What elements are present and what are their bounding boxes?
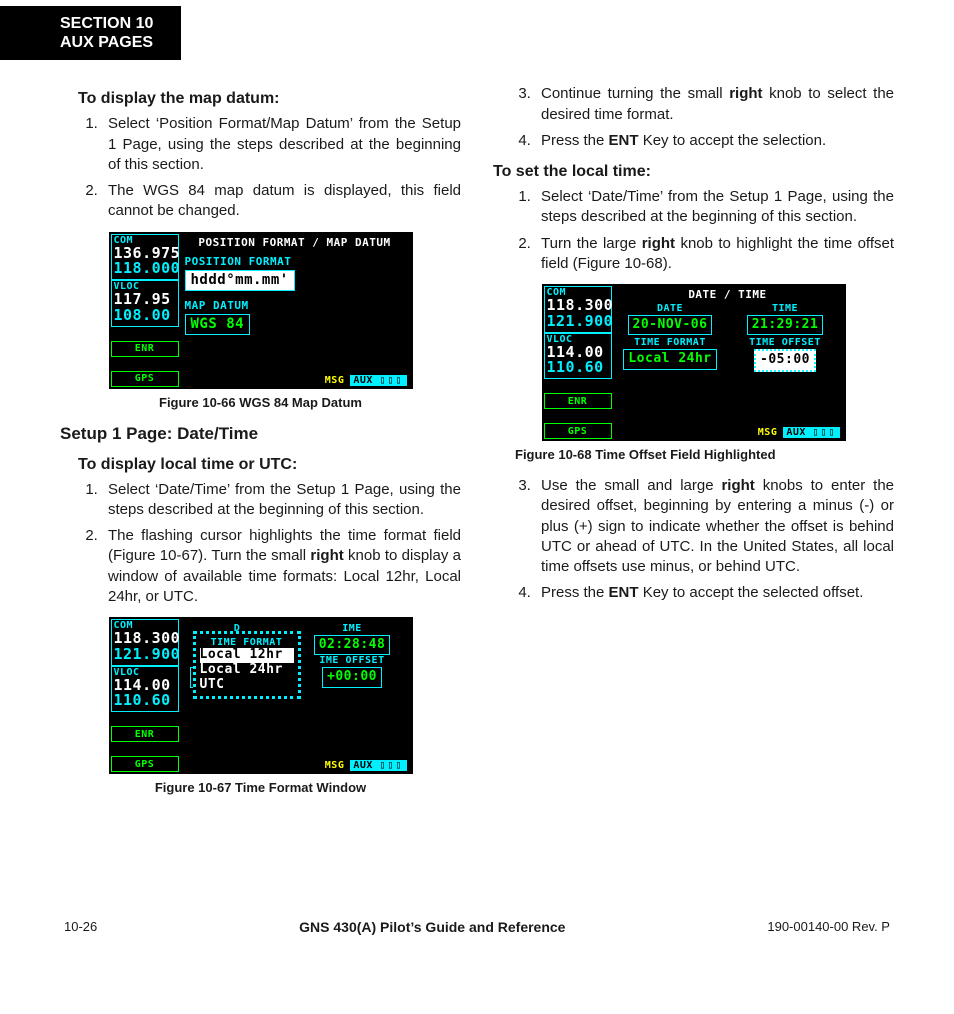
step: Press the ENT Key to accept the selectio… (535, 131, 894, 151)
step: Press the ENT Key to accept the selected… (535, 583, 894, 603)
section-line-1: SECTION 10 (60, 15, 153, 32)
time-format-popup: TIME FORMAT Local 12hr Local 24hr UTC (193, 631, 301, 699)
msg-annunciator: MSG (325, 375, 345, 386)
figure-10-67-screen: COM 118.300 121.900 VLOC 114.00 110.60 E… (109, 617, 413, 774)
time-value: 21:29:21 (747, 315, 824, 335)
section-header: SECTION 10 AUX PAGES (0, 6, 181, 60)
figure-10-68-screen: COM 118.300 121.900 VLOC 114.00 110.60 E… (542, 284, 846, 441)
md-value: WGS 84 (185, 314, 251, 335)
com-standby: 121.900 (547, 314, 609, 330)
status-gps: GPS (544, 423, 612, 439)
vloc-standby: 110.60 (114, 693, 176, 709)
step: Select ‘Date/Time’ from the Setup 1 Page… (535, 187, 894, 228)
steps-display-time: Select ‘Date/Time’ from the Setup 1 Page… (60, 480, 461, 608)
time-offset-value: +00:00 (322, 667, 382, 687)
time-value: 02:28:48 (314, 635, 391, 655)
figure-10-66-screen: COM 136.975 118.000 VLOC 117.95 108.00 E… (109, 232, 413, 389)
heading-display-local-time: To display local time or UTC: (78, 456, 461, 474)
status-enr: ENR (111, 341, 179, 357)
doc-revision: 190-00140-00 Rev. P (767, 919, 890, 935)
msg-annunciator: MSG (325, 760, 345, 771)
status-gps: GPS (111, 371, 179, 387)
heading-setup1-datetime: Setup 1 Page: Date/Time (60, 424, 461, 444)
vloc-standby: 108.00 (114, 308, 176, 324)
offset-label-partial: IME OFFSET (298, 655, 407, 666)
time-label-partial: IME (298, 623, 407, 634)
popup-option: Local 12hr (200, 648, 294, 663)
time-offset-value-highlighted: -05:00 (754, 349, 816, 371)
page-number: 10-26 (64, 919, 97, 935)
com-standby: 118.000 (114, 261, 176, 277)
aux-annunciator: AUX ▯▯▯ (783, 427, 839, 438)
com-standby: 121.900 (114, 647, 176, 663)
gns-page-title: DATE / TIME (612, 286, 844, 303)
doc-title: GNS 430(A) Pilot’s Guide and Reference (299, 919, 565, 935)
time-offset-label: TIME OFFSET (731, 337, 840, 348)
step: Turn the large right knob to highlight t… (535, 234, 894, 275)
step: Select ‘Date/Time’ from the Setup 1 Page… (102, 480, 461, 521)
right-column: Continue turning the small right knob to… (493, 78, 894, 809)
aux-annunciator: AUX ▯▯▯ (350, 760, 406, 771)
heading-display-map-datum: To display the map datum: (78, 90, 461, 108)
section-line-2: AUX PAGES (60, 34, 153, 51)
date-value: 20-NOV-06 (628, 315, 713, 335)
step: The flashing cursor highlights the time … (102, 526, 461, 607)
msg-annunciator: MSG (758, 427, 778, 438)
time-format-value: Local 24hr (623, 349, 716, 369)
time-format-label: TIME FORMAT (616, 337, 725, 348)
steps-continued-a: Continue turning the small right knob to… (493, 84, 894, 151)
pf-label: POSITION FORMAT (185, 255, 411, 268)
steps-set-time-a: Select ‘Date/Time’ from the Setup 1 Page… (493, 187, 894, 274)
figure-10-67-caption: Figure 10-67 Time Format Window (60, 780, 461, 795)
vloc-standby: 110.60 (547, 360, 609, 376)
steps-map-datum: Select ‘Position Format/Map Datum’ from … (60, 114, 461, 221)
gns-page-title: POSITION FORMAT / MAP DATUM (179, 234, 411, 251)
aux-annunciator: AUX ▯▯▯ (350, 375, 406, 386)
status-gps: GPS (111, 756, 179, 772)
time-label: TIME (731, 303, 840, 314)
step: The WGS 84 map datum is displayed, this … (102, 181, 461, 222)
left-column: To display the map datum: Select ‘Positi… (60, 78, 461, 809)
step: Use the small and large right knobs to e… (535, 476, 894, 577)
figure-10-68-caption: Figure 10-68 Time Offset Field Highlight… (515, 447, 894, 462)
figure-10-66-caption: Figure 10-66 WGS 84 Map Datum (60, 395, 461, 410)
status-enr: ENR (544, 393, 612, 409)
step: Continue turning the small right knob to… (535, 84, 894, 125)
heading-set-local-time: To set the local time: (493, 163, 894, 181)
md-label: MAP DATUM (185, 299, 411, 312)
page-footer: 10-26 GNS 430(A) Pilot’s Guide and Refer… (60, 919, 894, 935)
popup-option: UTC (200, 678, 294, 693)
step: Select ‘Position Format/Map Datum’ from … (102, 114, 461, 175)
pf-value: hddd°mm.mm' (185, 270, 295, 291)
popup-option: Local 24hr (200, 663, 294, 678)
steps-set-time-b: Use the small and large right knobs to e… (493, 476, 894, 604)
status-enr: ENR (111, 726, 179, 742)
date-label: DATE (616, 303, 725, 314)
